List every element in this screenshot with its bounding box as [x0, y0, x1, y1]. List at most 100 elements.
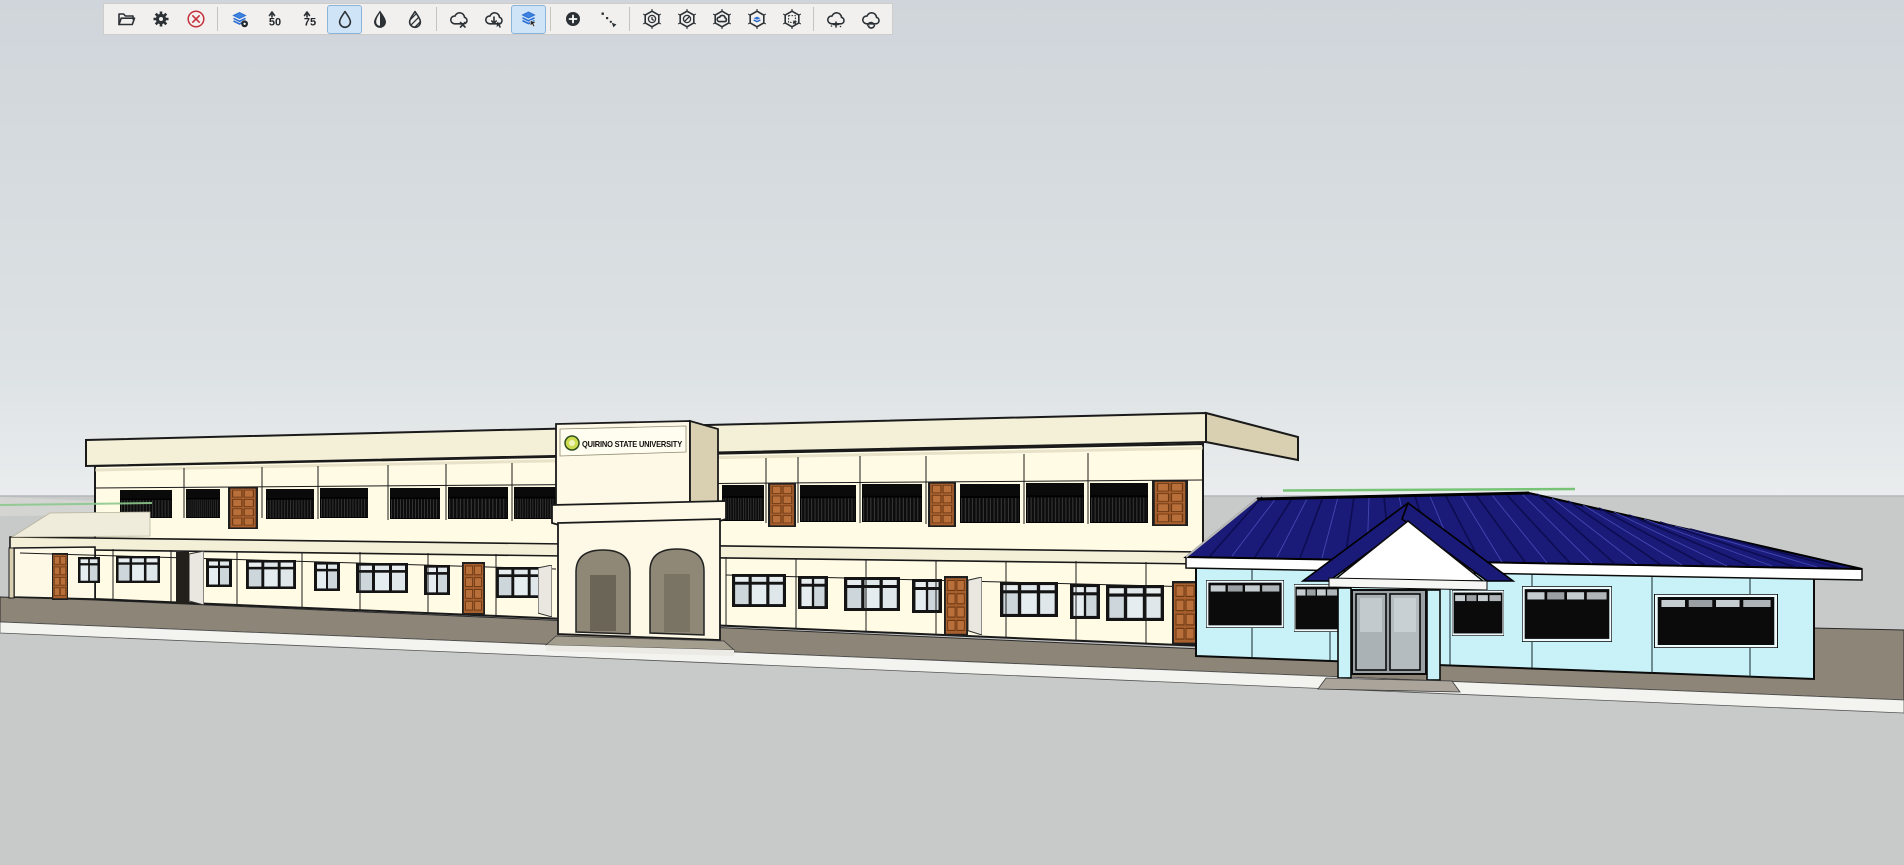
upper-window[interactable] — [320, 488, 368, 518]
droplet-hatched-icon — [405, 9, 425, 29]
upper-window[interactable] — [514, 487, 556, 519]
window[interactable] — [356, 563, 408, 593]
upper-window[interactable] — [1026, 483, 1084, 523]
toolbar-button-droplet-hatched[interactable] — [397, 5, 432, 34]
toolbar-button-open-folder[interactable] — [108, 5, 143, 34]
window[interactable] — [1000, 582, 1058, 617]
upper-window[interactable] — [186, 489, 220, 518]
toolbar-button-layers-pick[interactable] — [511, 5, 546, 34]
hex-history-icon — [642, 9, 662, 29]
window[interactable] — [1206, 580, 1284, 628]
window[interactable] — [912, 579, 942, 613]
toolbar-button-settings-gear[interactable] — [143, 5, 178, 34]
toolbar-button-cloud-sync[interactable] — [853, 5, 888, 34]
toolbar-button-cancel[interactable] — [178, 5, 213, 34]
upper-window[interactable] — [390, 488, 440, 519]
toolbar-separator — [813, 7, 814, 31]
window[interactable] — [798, 576, 828, 609]
toolbar-button-hex-history[interactable] — [634, 5, 669, 34]
window[interactable] — [1452, 590, 1504, 636]
sign-logo-center — [569, 440, 575, 446]
upper-window[interactable] — [448, 487, 508, 519]
toolbar-button-dotted-measure-line[interactable] — [590, 5, 625, 34]
window[interactable] — [246, 560, 296, 589]
annex-door[interactable] — [52, 553, 68, 600]
upper-door[interactable] — [928, 482, 956, 527]
add-point-icon — [563, 9, 583, 29]
toolbar-separator — [629, 7, 630, 31]
cloud-remove-icon — [449, 9, 469, 29]
toolbar-button-cloud-new[interactable] — [818, 5, 853, 34]
upper-window[interactable] — [862, 484, 922, 522]
hex-layers-icon — [747, 9, 767, 29]
toolbar-button-droplet-outline[interactable] — [327, 5, 362, 34]
window[interactable] — [206, 559, 232, 587]
upper-door[interactable] — [228, 487, 258, 529]
toolbar-button-cloud-download-pick[interactable] — [476, 5, 511, 34]
upper-window[interactable] — [722, 485, 764, 521]
toolbar-button-cloud-remove[interactable] — [441, 5, 476, 34]
window[interactable] — [1106, 585, 1164, 621]
window[interactable] — [1522, 586, 1612, 642]
portico-column — [1338, 588, 1351, 678]
door[interactable] — [944, 576, 968, 636]
cancel-circle-x-icon — [186, 9, 206, 29]
glass-pane — [1394, 598, 1416, 632]
droplet-outline-icon — [335, 9, 355, 29]
window[interactable] — [844, 577, 900, 611]
hex-cloud-icon — [712, 9, 732, 29]
svg-text:75: 75 — [303, 17, 315, 29]
toolbar-button-add-point[interactable] — [555, 5, 590, 34]
toolbar-button-hex-cloud[interactable] — [704, 5, 739, 34]
upper-window[interactable] — [1090, 483, 1148, 523]
settings-gear-icon — [151, 9, 171, 29]
layers-visibility-icon — [230, 9, 250, 29]
toolbar-button-detail-50[interactable]: 50 — [257, 5, 292, 34]
cloud-new-icon — [826, 9, 846, 29]
door[interactable] — [462, 562, 485, 615]
toolbar-separator — [217, 7, 218, 31]
terrain-line-right — [1283, 489, 1575, 491]
window[interactable] — [1294, 584, 1340, 632]
window[interactable] — [1654, 594, 1778, 648]
sign-text: QUIRINO STATE UNIVERSITY — [582, 440, 683, 449]
entrance-tower[interactable]: QUIRINO STATE UNIVERSITY — [546, 421, 734, 656]
upper-window[interactable] — [960, 484, 1020, 523]
upper-window[interactable] — [800, 485, 856, 522]
window[interactable] — [314, 562, 340, 591]
layers-pick-icon — [519, 9, 539, 29]
toolbar-separator — [550, 7, 551, 31]
hex-region-select-icon — [782, 9, 802, 29]
open-door[interactable] — [968, 577, 982, 635]
detail-50-icon: 50 — [265, 9, 285, 29]
window[interactable] — [116, 556, 160, 583]
toolbar-button-hex-disable[interactable] — [669, 5, 704, 34]
cloud-sync-icon — [861, 9, 881, 29]
annex-window[interactable] — [78, 557, 100, 583]
upper-window[interactable] — [266, 489, 314, 519]
toolbar-button-droplet-contrast[interactable] — [362, 5, 397, 34]
doorway-dark[interactable] — [176, 552, 189, 604]
toolbar-button-detail-75[interactable]: 75 — [292, 5, 327, 34]
portico-column — [1427, 590, 1440, 680]
toolbar-button-hex-region-select[interactable] — [774, 5, 809, 34]
window[interactable] — [732, 574, 786, 607]
door[interactable] — [1172, 581, 1198, 645]
open-door[interactable] — [538, 565, 552, 617]
svg-text:50: 50 — [268, 17, 280, 29]
entry-door-shadow — [590, 575, 616, 631]
window[interactable] — [1070, 584, 1100, 619]
open-folder-icon — [116, 9, 136, 29]
upper-door[interactable] — [1152, 480, 1188, 526]
model-viewport[interactable]: QUIRINO STATE UNIVERSITY — [0, 0, 1904, 865]
detail-75-icon: 75 — [300, 9, 320, 29]
glass-pane — [1360, 598, 1382, 632]
toolbar-button-layers-visibility[interactable] — [222, 5, 257, 34]
droplet-contrast-icon — [370, 9, 390, 29]
hex-disable-icon — [677, 9, 697, 29]
open-door[interactable] — [189, 551, 204, 605]
upper-door[interactable] — [768, 483, 796, 527]
app-window: QUIRINO STATE UNIVERSITY — [0, 0, 1904, 865]
plugin-toolbar: 50 75 — [103, 3, 893, 35]
toolbar-button-hex-layers[interactable] — [739, 5, 774, 34]
